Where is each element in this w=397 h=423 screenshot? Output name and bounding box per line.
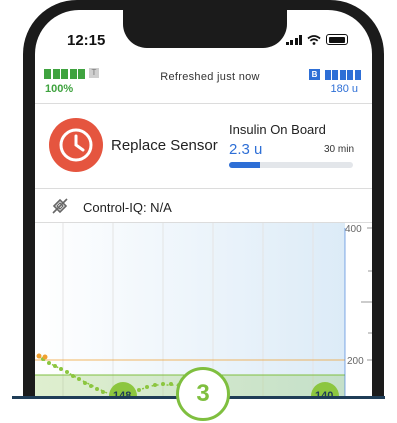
iob-progress-bar [229,162,353,168]
high-reading-dot [36,353,42,359]
replace-sensor-button[interactable] [49,118,103,172]
divider [35,103,372,104]
pump-battery-percent: 100% [45,83,74,95]
y-label-200: 200 [347,356,364,367]
cellular-signal-icon [285,34,302,45]
t-badge: T [89,68,99,78]
iob-title: Insulin On Board [229,122,326,137]
y-label-400: 400 [345,224,362,235]
divider [35,188,372,189]
status-icons [285,34,348,45]
high-reading-dot [42,354,48,360]
iob-value: 2.3 u [229,141,263,158]
wifi-icon [307,34,321,45]
phone-battery-icon [326,34,348,45]
status-time: 12:15 [67,32,106,49]
iob-time: 30 min [323,144,354,155]
app-screen: 12:15 T 100% Refreshed just now B 180 u … [35,10,372,398]
insulin-level-icon: B [309,69,361,80]
iob-progress-fill [229,162,260,168]
clock-icon [59,128,93,162]
step-number-badge: 3 [176,367,230,421]
control-iq-off-icon [52,198,68,214]
insulin-units: 180 u [330,83,358,95]
phone-notch [123,10,287,48]
control-iq-status: Control-IQ: N/A [83,200,172,215]
refreshed-status: Refreshed just now [160,71,260,83]
pump-status-row: T 100% Refreshed just now B 180 u [35,65,372,103]
axis-ticks [361,227,372,361]
pump-battery-icon [44,69,85,79]
insulin-badge: B [309,69,320,80]
replace-sensor-label[interactable]: Replace Sensor [111,137,218,154]
